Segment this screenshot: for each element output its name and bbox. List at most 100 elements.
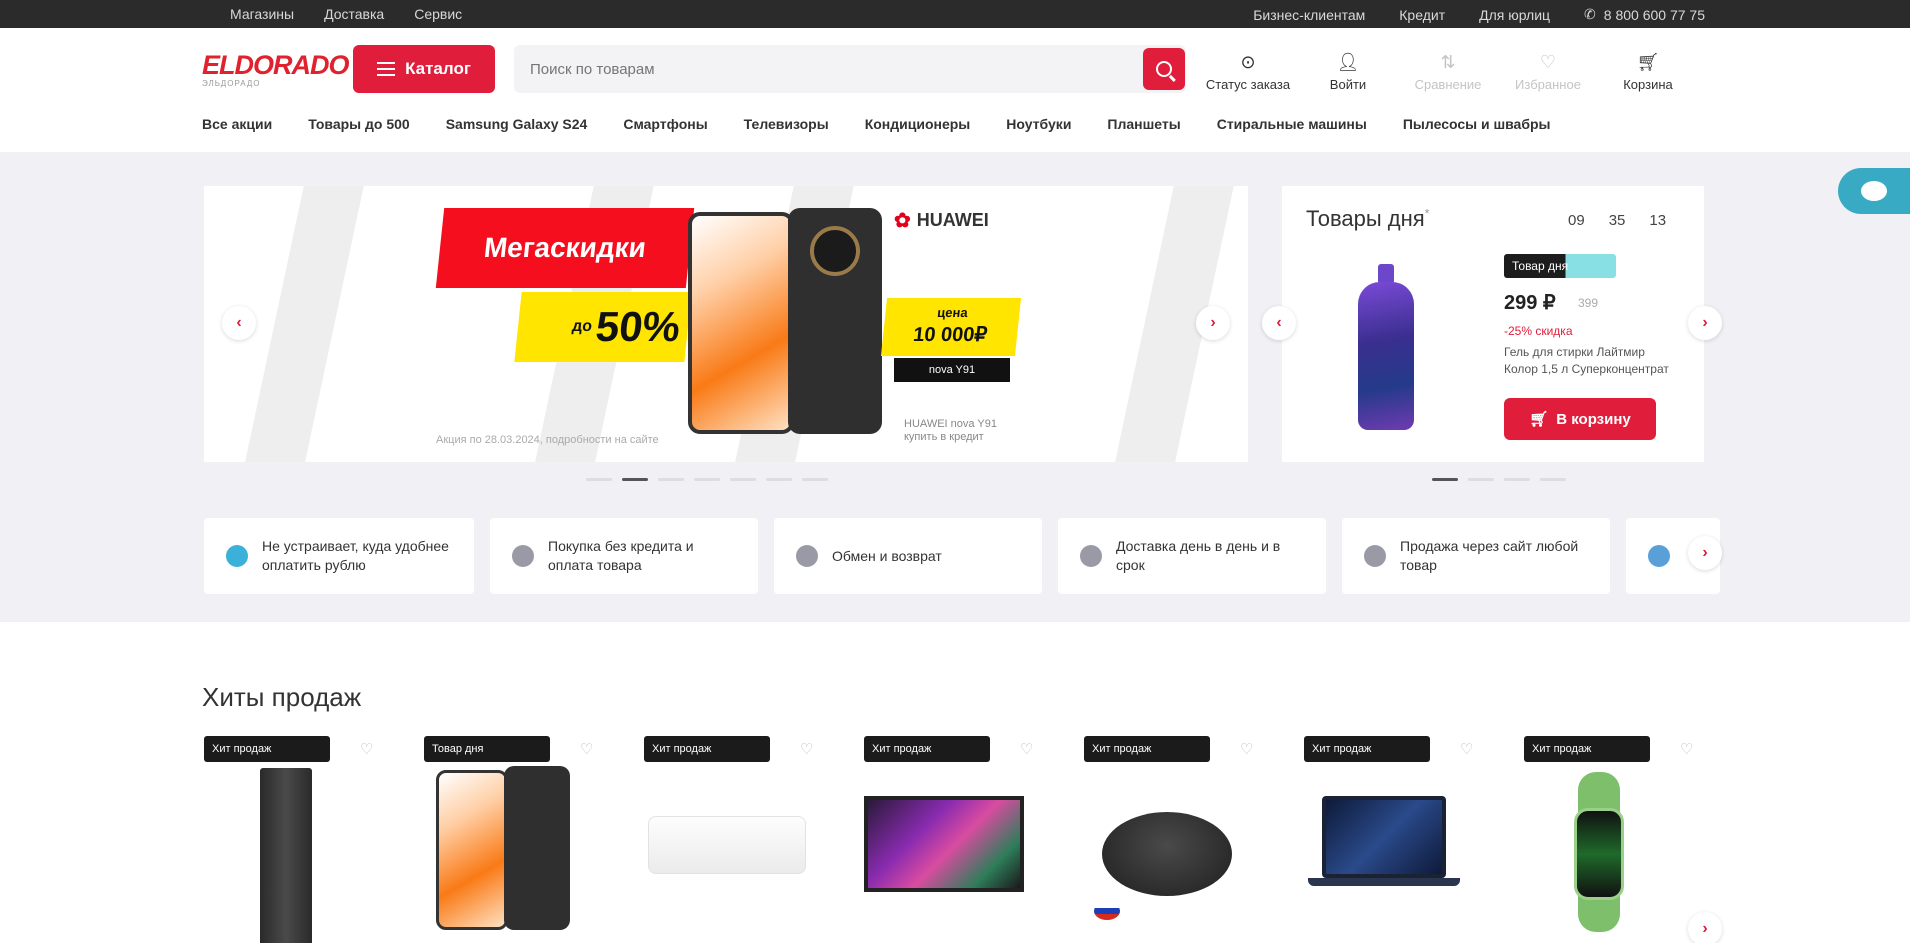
banner-next-button[interactable]: ›: [1196, 306, 1230, 340]
product-card[interactable]: Хит продаж ♡: [644, 736, 840, 943]
heart-icon[interactable]: ♡: [1680, 740, 1693, 758]
service-card[interactable]: Обмен и возврат: [774, 518, 1042, 594]
nav-item-tvs[interactable]: Телевизоры: [744, 116, 829, 132]
product-card[interactable]: Хит продаж ♡: [204, 736, 400, 943]
compare-button[interactable]: ⇅ Сравнение: [1398, 50, 1498, 92]
phone-number: 8 800 600 77 75: [1603, 6, 1705, 23]
banner-dot[interactable]: [586, 478, 612, 481]
order-status-button[interactable]: ⊙ Статус заказа: [1198, 50, 1298, 92]
banner-dot[interactable]: [802, 478, 828, 481]
banner-dot[interactable]: [730, 478, 756, 481]
product-badge: Хит продаж: [1524, 736, 1650, 762]
chevron-left-icon: ‹: [1276, 314, 1282, 331]
top-link-service[interactable]: Сервис: [414, 6, 462, 22]
timer-hours: 09: [1568, 212, 1585, 229]
top-link-legal[interactable]: Для юрлиц: [1479, 7, 1550, 23]
brand-logo: ✿ HUAWEI: [894, 208, 989, 233]
product-card[interactable]: Хит продаж ♡: [1524, 736, 1720, 943]
hits-next-button[interactable]: ›: [1688, 912, 1722, 943]
product-badge: Хит продаж: [864, 736, 990, 762]
product-of-day: Товары дня* 09 35 13 Товар дня 299 ₽ 399…: [1282, 186, 1704, 462]
product-card[interactable]: Хит продаж ♡: [1084, 736, 1280, 943]
pod-dot[interactable]: [1468, 478, 1494, 481]
pin-icon: ⊙: [1240, 52, 1256, 72]
cart-icon: 🛒︎: [1529, 411, 1549, 428]
tv-image: [864, 796, 1024, 892]
product-image[interactable]: [1354, 264, 1416, 430]
pod-prev-button[interactable]: ‹: [1262, 306, 1296, 340]
header-actions: ⊙ Статус заказа 👤︎ Войти ⇅ Сравнение ♡ И…: [1198, 50, 1698, 92]
heart-icon[interactable]: ♡: [1460, 740, 1473, 758]
logo[interactable]: ELDORADO ЭЛЬДОРАДО: [202, 50, 350, 90]
pod-pagination: [1432, 478, 1566, 481]
login-button[interactable]: 👤︎ Войти: [1298, 50, 1398, 92]
top-bar-left-links: Магазины Доставка Сервис: [230, 6, 462, 22]
top-link-credit[interactable]: Кредит: [1399, 7, 1445, 23]
banner-dot[interactable]: [694, 478, 720, 481]
promo-price: цена 10 000₽: [880, 298, 1022, 356]
product-name[interactable]: Гель для стирки Лайтмир Колор 1,5 л Супе…: [1504, 344, 1674, 378]
product-of-day-title: Товары дня*: [1306, 206, 1429, 232]
brand-name: HUAWEI: [916, 210, 989, 230]
logo-text: ELDORADO: [202, 50, 350, 80]
top-link-business[interactable]: Бизнес-клиентам: [1253, 7, 1365, 23]
nav-item-tablets[interactable]: Планшеты: [1107, 116, 1180, 132]
nav-item-vacuums[interactable]: Пылесосы и швабры: [1403, 116, 1551, 132]
pod-dot-active[interactable]: [1432, 478, 1458, 481]
heart-icon[interactable]: ♡: [1020, 740, 1033, 758]
banner-prev-button[interactable]: ‹: [222, 306, 256, 340]
nav-item-smartphones[interactable]: Смартфоны: [623, 116, 707, 132]
product-card[interactable]: Товар дня ♡: [424, 736, 620, 943]
promo-price-prefix: цена: [936, 305, 969, 320]
search-input[interactable]: [514, 45, 1134, 93]
top-link-delivery[interactable]: Доставка: [324, 6, 384, 22]
hits-section-title: Хиты продаж: [202, 682, 362, 712]
nav-item-laptops[interactable]: Ноутбуки: [1006, 116, 1071, 132]
cart-button[interactable]: 🛒︎ Корзина: [1598, 50, 1698, 92]
banner-dot[interactable]: [658, 478, 684, 481]
nav-item-air-conditioners[interactable]: Кондиционеры: [865, 116, 971, 132]
bottle-cap: [1378, 264, 1394, 284]
product-badge: Хит продаж: [644, 736, 770, 762]
promo-discount-value: 50%: [593, 303, 683, 350]
phone-link[interactable]: ✆ 8 800 600 77 75: [1584, 6, 1705, 23]
promo-discount: до 50%: [514, 292, 692, 362]
add-to-cart-label: В корзину: [1556, 410, 1631, 428]
nav-item-all-promos[interactable]: Все акции: [202, 116, 272, 132]
promo-fine-print: Акция по 28.03.2024, подробности на сайт…: [436, 434, 659, 446]
timer-seconds: 13: [1649, 212, 1667, 229]
cart-label: Корзина: [1623, 77, 1673, 92]
search-button[interactable]: [1143, 48, 1185, 90]
heart-icon[interactable]: ♡: [360, 740, 373, 758]
chat-widget-button[interactable]: [1838, 168, 1910, 214]
banner-dot-active[interactable]: [622, 478, 648, 481]
nav-item-under-500[interactable]: Товары до 500: [308, 116, 410, 132]
add-to-cart-button[interactable]: 🛒︎ В корзину: [1504, 398, 1656, 440]
pod-dot[interactable]: [1504, 478, 1530, 481]
heart-icon[interactable]: ♡: [580, 740, 593, 758]
nav-item-galaxy-s24[interactable]: Samsung Galaxy S24: [446, 116, 588, 132]
info-icon: [226, 545, 248, 567]
services-next-button[interactable]: ›: [1688, 536, 1722, 570]
heart-icon[interactable]: ♡: [800, 740, 813, 758]
product-card[interactable]: Хит продаж ♡: [864, 736, 1060, 943]
service-card[interactable]: Доставка день в день и в срок: [1058, 518, 1326, 594]
service-card[interactable]: Покупка без кредита и оплата товара: [490, 518, 758, 594]
heart-icon[interactable]: ♡: [1240, 740, 1253, 758]
service-card-label: Доставка день в день и в срок: [1116, 538, 1281, 573]
pod-next-button[interactable]: ›: [1688, 306, 1722, 340]
air-conditioner-image: [648, 816, 806, 874]
favorites-button[interactable]: ♡ Избранное: [1498, 50, 1598, 92]
product-card[interactable]: Хит продаж ♡: [1304, 736, 1500, 943]
bottle-body: [1358, 282, 1414, 430]
catalog-button[interactable]: Каталог: [353, 45, 495, 93]
banner-dot[interactable]: [766, 478, 792, 481]
top-link-stores[interactable]: Магазины: [230, 6, 294, 22]
service-card[interactable]: Не устраивает, куда удобнее оплатить руб…: [204, 518, 474, 594]
chevron-right-icon: ›: [1702, 314, 1708, 331]
service-card[interactable]: Продажа через сайт любой товар: [1342, 518, 1610, 594]
nav-item-washing-machines[interactable]: Стиральные машины: [1217, 116, 1367, 132]
promo-model-chip: nova Y91: [894, 358, 1010, 382]
pod-dot[interactable]: [1540, 478, 1566, 481]
service-card-label: Обмен и возврат: [832, 547, 942, 564]
